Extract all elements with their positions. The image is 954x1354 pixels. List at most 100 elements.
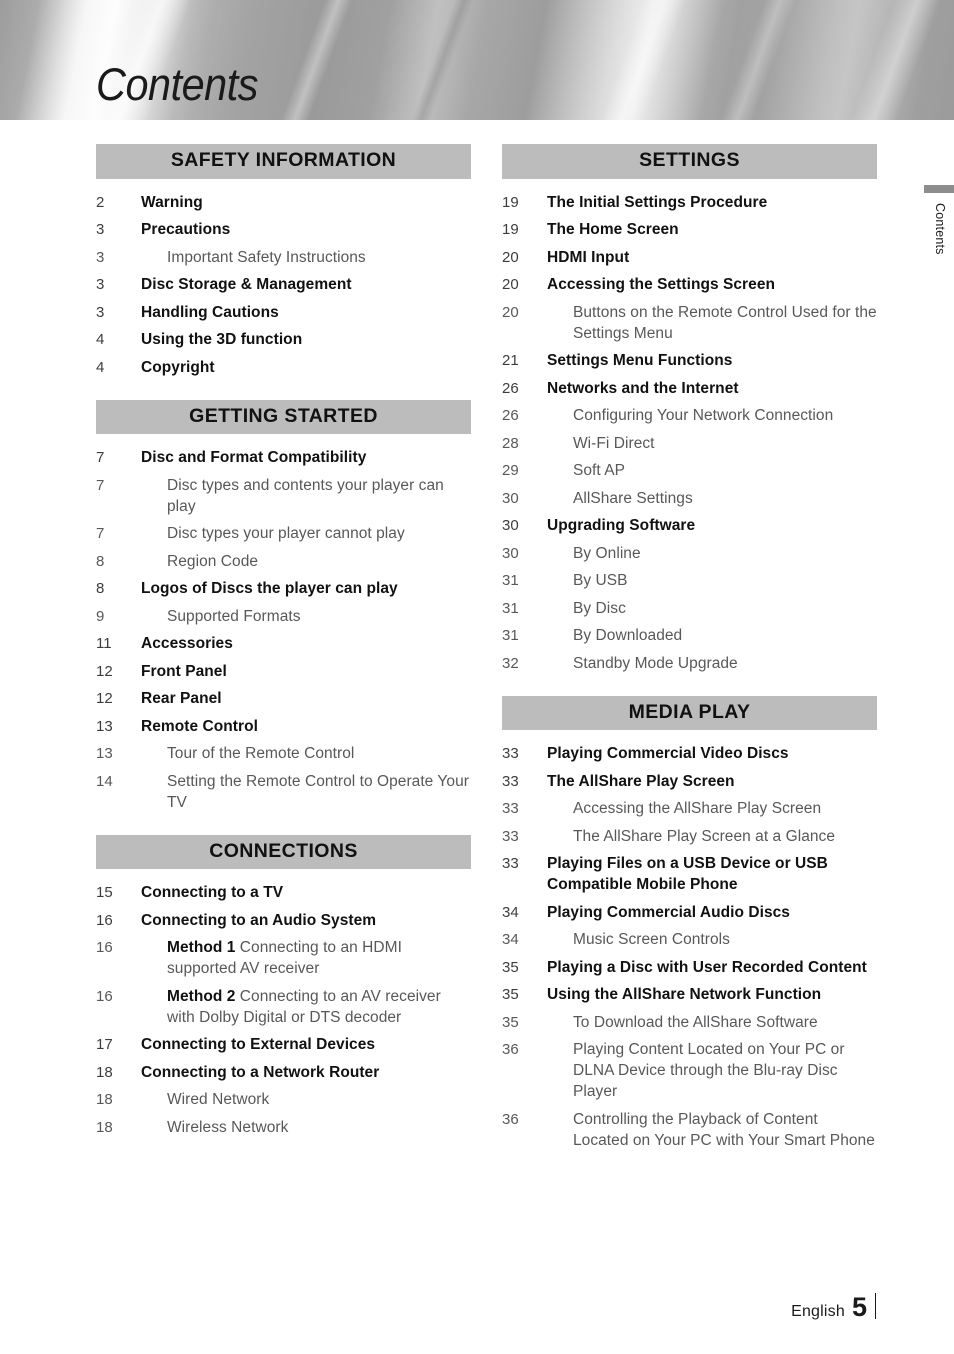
toc-entry[interactable]: 19 The Initial Settings Procedure	[502, 192, 877, 213]
toc-entry[interactable]: 35 Using the AllShare Network Function	[502, 984, 877, 1005]
toc-entry[interactable]: 32 Standby Mode Upgrade	[502, 653, 877, 674]
toc-section: SAFETY INFORMATION 2 Warning 3 Precautions 3 I…	[96, 144, 471, 378]
toc-entry[interactable]: 18 Wireless Network	[96, 1117, 471, 1138]
toc-entry[interactable]: 34 Playing Commercial Audio Discs	[502, 902, 877, 923]
toc-entry-title: By Online	[573, 544, 641, 562]
toc-entry[interactable]: 31 By Downloaded	[502, 625, 877, 646]
toc-entry-page-number: 33	[502, 745, 519, 762]
toc-entry-page-number: 30	[502, 544, 519, 562]
toc-entry-page-number: 2	[96, 193, 105, 211]
toc-entry[interactable]: 18 Connecting to a Network Router	[96, 1062, 471, 1083]
toc-entry[interactable]: 17 Connecting to External Devices	[96, 1034, 471, 1055]
toc-entry[interactable]: 16 Connecting to an Audio System	[96, 910, 471, 931]
section-header: SETTINGS	[502, 144, 877, 179]
toc-entry[interactable]: 19 The Home Screen	[502, 219, 877, 240]
toc-entry[interactable]: 26 Configuring Your Network Connection	[502, 405, 877, 426]
toc-entry[interactable]: 7 Disc types your player cannot play	[96, 523, 471, 544]
toc-entry[interactable]: 9 Supported Formats	[96, 606, 471, 627]
toc-entry[interactable]: 26 Networks and the Internet	[502, 378, 877, 399]
toc-entry-page-number: 15	[96, 884, 113, 901]
toc-entry[interactable]: 34 Music Screen Controls	[502, 929, 877, 950]
toc-entry[interactable]: 3 Important Safety Instructions	[96, 247, 471, 268]
toc-entry[interactable]: 33 The AllShare Play Screen	[502, 771, 877, 792]
toc-entry[interactable]: 20 Accessing the Settings Screen	[502, 274, 877, 295]
toc-entry[interactable]: 16 Method 1 Connecting to an HDMI support…	[96, 937, 471, 979]
toc-entry-title: Method 2 Connecting to an AV receiver wi…	[141, 986, 471, 1028]
toc-entry[interactable]: 31 By USB	[502, 570, 877, 591]
toc-entry[interactable]: 3 Disc Storage & Management	[96, 274, 471, 295]
toc-entry-page-number: 18	[96, 1063, 113, 1081]
toc-entry[interactable]: 20 Buttons on the Remote Control Used for…	[502, 302, 877, 344]
toc-entry-page-number: 31	[502, 572, 519, 589]
toc-entry[interactable]: 15 Connecting to a TV	[96, 882, 471, 903]
toc-entry[interactable]: 3 Precautions	[96, 219, 471, 240]
toc-entry-title: Setting the Remote Control to Operate Yo…	[167, 772, 469, 811]
toc-section: CONNECTIONS 15 Connecting to a TV 16 Connect…	[96, 834, 471, 1138]
footer-rule	[875, 1293, 876, 1319]
toc-entry-title: Standby Mode Upgrade	[573, 654, 738, 672]
toc-entry[interactable]: 12 Rear Panel	[96, 688, 471, 709]
toc-entry[interactable]: 8 Logos of Discs the player can play	[96, 578, 471, 599]
toc-entry[interactable]: 13 Tour of the Remote Control	[96, 743, 471, 764]
toc-entry-page-number: 20	[502, 303, 519, 321]
toc-entry-page-number: 13	[96, 717, 113, 735]
toc-entry[interactable]: 30 By Online	[502, 543, 877, 564]
toc-entry[interactable]: 21 Settings Menu Functions	[502, 350, 877, 371]
toc-entry[interactable]: 31 By Disc	[502, 598, 877, 619]
toc-entry[interactable]: 30 AllShare Settings	[502, 488, 877, 509]
section-entry-list: 33 Playing Commercial Video Discs 33 The Al…	[502, 730, 877, 1151]
toc-entry[interactable]: 4 Copyright	[96, 357, 471, 378]
toc-entry[interactable]: 12 Front Panel	[96, 661, 471, 682]
page-title: Contents	[96, 59, 259, 110]
toc-entry-title: The AllShare Play Screen at a Glance	[573, 827, 835, 845]
toc-entry-page-number: 18	[96, 1091, 113, 1108]
toc-entry[interactable]: 28 Wi-Fi Direct	[502, 433, 877, 454]
toc-entry-title: Using the AllShare Network Function	[547, 986, 822, 1003]
toc-entry[interactable]: 3 Handling Cautions	[96, 302, 471, 323]
toc-entry-page-number: 36	[502, 1041, 519, 1058]
page-footer: English 5	[791, 1290, 876, 1321]
toc-entry[interactable]: 36 Controlling the Playback of Content Lo…	[502, 1109, 877, 1151]
section-entry-list: 15 Connecting to a TV 16 Connecting to an A…	[96, 869, 471, 1138]
toc-entry[interactable]: 29 Soft AP	[502, 460, 877, 481]
toc-entry-title: Wired Network	[167, 1091, 270, 1108]
toc-entry[interactable]: 33 Playing Files on a USB Device or USB C…	[502, 853, 877, 895]
toc-entry[interactable]: 35 Playing a Disc with User Recorded Cont…	[502, 957, 877, 978]
toc-entry-page-number: 13	[96, 745, 113, 762]
toc-entry[interactable]: 7 Disc and Format Compatibility	[96, 447, 471, 468]
toc-entry-page-number: 34	[502, 903, 519, 921]
toc-entry-title: Important Safety Instructions	[167, 248, 366, 266]
footer-language: English	[791, 1303, 845, 1320]
toc-entry[interactable]: 13 Remote Control	[96, 716, 471, 737]
section-header: SAFETY INFORMATION	[96, 144, 471, 179]
toc-entry-title: Playing Commercial Audio Discs	[547, 903, 790, 921]
toc-entry[interactable]: 16 Method 2 Connecting to an AV receiver …	[96, 986, 471, 1028]
toc-entry[interactable]: 4 Using the 3D function	[96, 329, 471, 350]
toc-entry-lead: Method 2	[167, 987, 236, 1005]
toc-entry[interactable]: 35 To Download the AllShare Software	[502, 1012, 877, 1033]
toc-entry[interactable]: 20 HDMI Input	[502, 247, 877, 268]
toc-entry-title: Method 1 Connecting to an HDMI supported…	[141, 937, 471, 979]
toc-entry-title: Supported Formats	[167, 607, 301, 625]
toc-entry-title: Settings Menu Functions	[547, 352, 733, 369]
toc-entry-page-number: 36	[502, 1110, 519, 1128]
toc-entry[interactable]: 7 Disc types and contents your player can…	[96, 475, 471, 517]
toc-entry-title: By USB	[573, 572, 628, 589]
toc-entry[interactable]: 11 Accessories	[96, 633, 471, 654]
toc-entry[interactable]: 36 Playing Content Located on Your PC or …	[502, 1039, 877, 1102]
toc-entry[interactable]: 33 The AllShare Play Screen at a Glance	[502, 826, 877, 847]
side-tab-label: Contents	[933, 203, 947, 255]
toc-entry-title: To Download the AllShare Software	[573, 1013, 818, 1031]
toc-entry[interactable]: 30 Upgrading Software	[502, 515, 877, 536]
toc-entry-page-number: 16	[96, 939, 113, 956]
toc-entry[interactable]: 14 Setting the Remote Control to Operate …	[96, 771, 471, 813]
page-header-banner: Contents	[0, 0, 954, 120]
toc-entry[interactable]: 8 Region Code	[96, 551, 471, 572]
toc-entry[interactable]: 2 Warning	[96, 192, 471, 213]
toc-entry-page-number: 8	[96, 552, 105, 570]
toc-entry[interactable]: 33 Playing Commercial Video Discs	[502, 743, 877, 764]
toc-entry-title: Playing Files on a USB Device or USB Com…	[547, 855, 828, 893]
toc-entry[interactable]: 33 Accessing the AllShare Play Screen	[502, 798, 877, 819]
toc-entry[interactable]: 18 Wired Network	[96, 1089, 471, 1110]
section-header: CONNECTIONS	[96, 834, 471, 869]
